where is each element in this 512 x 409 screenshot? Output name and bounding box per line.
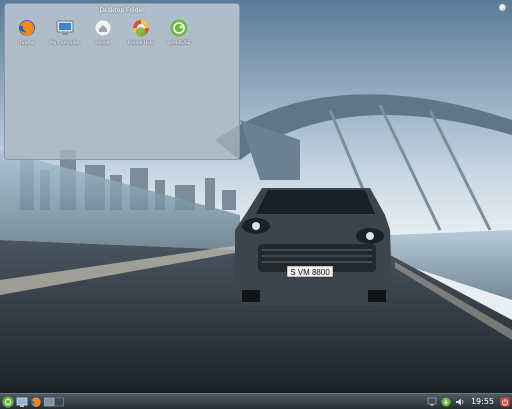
home-icon [93,18,113,38]
pager-icon [44,397,64,406]
pager-button[interactable] [44,396,64,408]
start-menu-button[interactable] [2,396,14,408]
clock[interactable]: 19:55 [471,397,494,406]
power-icon [500,397,510,406]
folder-view-title: Desktop Folder [99,7,145,14]
license-plate: S VM 8800 [290,268,330,277]
network-button[interactable] [427,397,437,407]
volume-button[interactable] [455,397,465,407]
panel-toolbox-button[interactable] [500,397,510,407]
desktop-icon-online-help[interactable]: Online Help [122,18,160,46]
opensuse-icon [169,18,189,38]
start-menu-icon [2,396,14,407]
updater-button[interactable] [441,397,451,407]
car: S VM 8800 [235,188,392,305]
updater-icon [441,397,451,406]
network-icon [427,397,437,406]
lifebuoy-icon [131,18,151,38]
desktop-icon-my-computer[interactable]: My Computer [46,18,84,46]
firefox-icon [31,396,41,407]
firefox-icon [17,18,37,38]
system-tray: 19:55 [425,394,512,409]
volume-icon [455,398,464,405]
desktop-icon-label: Firefox [19,41,35,46]
task-manager-area[interactable] [64,396,425,408]
desktop-icon-opensuse[interactable]: openSUSE [160,18,198,46]
folder-view-widget: Desktop Folder Firefox My Computer Home … [4,3,240,160]
computer-icon [55,18,75,38]
show-desktop-icon [16,397,28,407]
desktop-icon-label: openSUSE [167,41,191,46]
desktop-icon-label: Home [96,41,110,46]
desktop-toolbox-button[interactable] [498,3,507,12]
desktop-icon-home[interactable]: Home [84,18,122,46]
desktop-icon-label: My Computer [49,41,81,46]
firefox-launcher[interactable] [30,396,42,408]
show-desktop-button[interactable] [16,396,28,408]
desktop-icon-label: Online Help [127,41,155,46]
taskbar-panel: 19:55 [0,393,512,409]
desktop-icon-firefox[interactable]: Firefox [8,18,46,46]
